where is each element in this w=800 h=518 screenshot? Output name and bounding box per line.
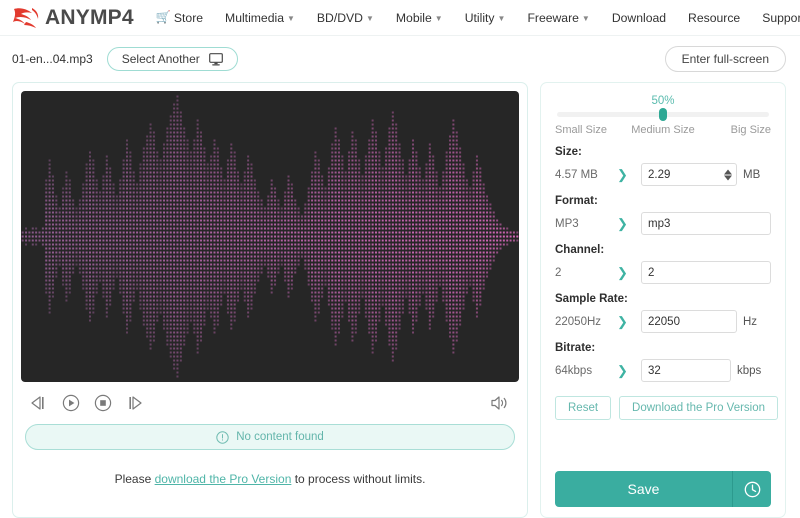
size-unit: MB — [743, 169, 771, 181]
slider-label-big: Big Size — [700, 124, 771, 136]
compression-percent-label: 50% — [555, 95, 771, 107]
nav-item-freeware[interactable]: Freeware ▼ — [516, 11, 600, 25]
select-another-label: Select Another — [122, 52, 200, 66]
pro-version-link[interactable]: download the Pro Version — [155, 472, 292, 486]
current-filename: 01-en...04.mp3 — [12, 52, 93, 66]
info-circle-icon — [216, 431, 229, 444]
sample-rate-unit: Hz — [743, 316, 771, 328]
nav-item-label: Utility — [465, 11, 495, 25]
enter-fullscreen-button[interactable]: Enter full-screen — [665, 46, 786, 72]
channel-original-value: 2 — [555, 267, 617, 279]
next-button[interactable] — [126, 395, 144, 411]
nav-item-label: Support — [762, 11, 800, 25]
format-label: Format: — [555, 195, 771, 207]
chevron-down-icon: ▼ — [366, 14, 374, 23]
previous-button[interactable] — [30, 395, 48, 411]
size-input[interactable] — [641, 163, 737, 186]
channel-row: 2 ❯ — [555, 261, 771, 284]
bitrate-row: 64kbps ❯ kbps — [555, 359, 771, 382]
bitrate-original-value: 64kbps — [555, 365, 617, 377]
settings-actions: Reset Download the Pro Version — [555, 396, 771, 420]
settings-panel: 50% Small Size Medium Size Big Size Size… — [540, 82, 786, 518]
nav-item-multimedia[interactable]: Multimedia ▼ — [214, 11, 306, 25]
download-pro-version-button[interactable]: Download the Pro Version — [619, 396, 778, 420]
pro-hint-suffix: to process without limits. — [291, 472, 425, 486]
chevron-right-icon: ❯ — [617, 167, 641, 183]
chevron-down-icon: ▼ — [582, 14, 590, 23]
brand-name: ANYMP4 — [45, 7, 134, 28]
size-stepper[interactable] — [724, 169, 732, 180]
sample-rate-input[interactable] — [641, 310, 737, 333]
stop-button[interactable] — [94, 394, 112, 412]
pro-version-hint: Please download the Pro Version to proce… — [21, 472, 519, 486]
nav-item-label: Freeware — [527, 11, 578, 25]
stepper-down-icon[interactable] — [724, 175, 732, 180]
compression-slider[interactable] — [557, 112, 769, 117]
format-input[interactable] — [641, 212, 771, 235]
format-row: MP3 ❯ — [555, 212, 771, 235]
slider-label-small: Small Size — [555, 124, 626, 136]
nav-item-store[interactable]: 🛒 Store — [156, 11, 214, 25]
reset-button[interactable]: Reset — [555, 396, 611, 420]
main-content: No content found Please download the Pro… — [0, 82, 800, 518]
pro-hint-prefix: Please — [115, 472, 155, 486]
cart-icon: 🛒 — [156, 11, 171, 23]
audio-waveform — [21, 91, 519, 382]
nav-menu: 🛒 Store Multimedia ▼ BD/DVD ▼ Mobile ▼ U… — [156, 11, 800, 25]
chevron-right-icon: ❯ — [617, 265, 641, 281]
save-history-button[interactable] — [733, 471, 771, 507]
chevron-right-icon: ❯ — [617, 216, 641, 232]
volume-button[interactable] — [490, 394, 510, 412]
nav-item-utility[interactable]: Utility ▼ — [454, 11, 517, 25]
play-button[interactable] — [62, 394, 80, 412]
monitor-icon — [209, 53, 223, 66]
nav-item-label: Multimedia — [225, 11, 284, 25]
slider-scale-labels: Small Size Medium Size Big Size — [555, 124, 771, 136]
chevron-right-icon: ❯ — [617, 363, 641, 379]
chevron-down-icon: ▼ — [287, 14, 295, 23]
nav-item-support[interactable]: Support — [751, 11, 800, 25]
playback-controls — [21, 382, 519, 424]
bitrate-label: Bitrate: — [555, 342, 771, 354]
status-banner: No content found — [25, 424, 515, 450]
stepper-up-icon[interactable] — [724, 169, 732, 174]
format-original-value: MP3 — [555, 218, 617, 230]
channel-input[interactable] — [641, 261, 771, 284]
size-original-value: 4.57 MB — [555, 169, 617, 181]
nav-item-label: Store — [174, 11, 203, 25]
nav-item-label: Mobile — [396, 11, 432, 25]
clock-icon — [744, 481, 761, 498]
nav-item-download[interactable]: Download — [601, 11, 677, 25]
sample-rate-row: 22050Hz ❯ Hz — [555, 310, 771, 333]
size-input-wrap — [641, 163, 737, 186]
brand-logo[interactable]: ANYMP4 — [12, 6, 134, 30]
size-row: 4.57 MB ❯ MB — [555, 163, 771, 186]
sample-rate-label: Sample Rate: — [555, 293, 771, 305]
nav-item-label: BD/DVD — [317, 11, 363, 25]
bitrate-unit: kbps — [737, 365, 771, 377]
file-toolbar: 01-en...04.mp3 Select Another Enter full… — [0, 36, 800, 82]
chevron-down-icon: ▼ — [435, 14, 443, 23]
waveform-panel[interactable] — [21, 91, 519, 382]
sample-rate-original-value: 22050Hz — [555, 316, 617, 328]
bitrate-input[interactable] — [641, 359, 731, 382]
chevron-right-icon: ❯ — [617, 314, 641, 330]
chevron-down-icon: ▼ — [498, 14, 506, 23]
nav-item-label: Download — [612, 11, 666, 25]
size-label: Size: — [555, 146, 771, 158]
player-card: No content found Please download the Pro… — [12, 82, 528, 518]
slider-label-medium: Medium Size — [627, 124, 698, 136]
select-another-button[interactable]: Select Another — [107, 47, 238, 71]
status-banner-text: No content found — [236, 431, 324, 443]
nav-item-label: Resource — [688, 11, 740, 25]
top-navigation-bar: ANYMP4 🛒 Store Multimedia ▼ BD/DVD ▼ Mob… — [0, 0, 800, 36]
nav-item-resource[interactable]: Resource — [677, 11, 751, 25]
flame-logo-icon — [12, 6, 42, 30]
compression-slider-thumb[interactable] — [659, 108, 667, 121]
nav-item-bd-dvd[interactable]: BD/DVD ▼ — [306, 11, 385, 25]
save-action-group: Save — [555, 471, 771, 507]
channel-label: Channel: — [555, 244, 771, 256]
save-button[interactable]: Save — [555, 471, 732, 507]
nav-item-mobile[interactable]: Mobile ▼ — [385, 11, 454, 25]
